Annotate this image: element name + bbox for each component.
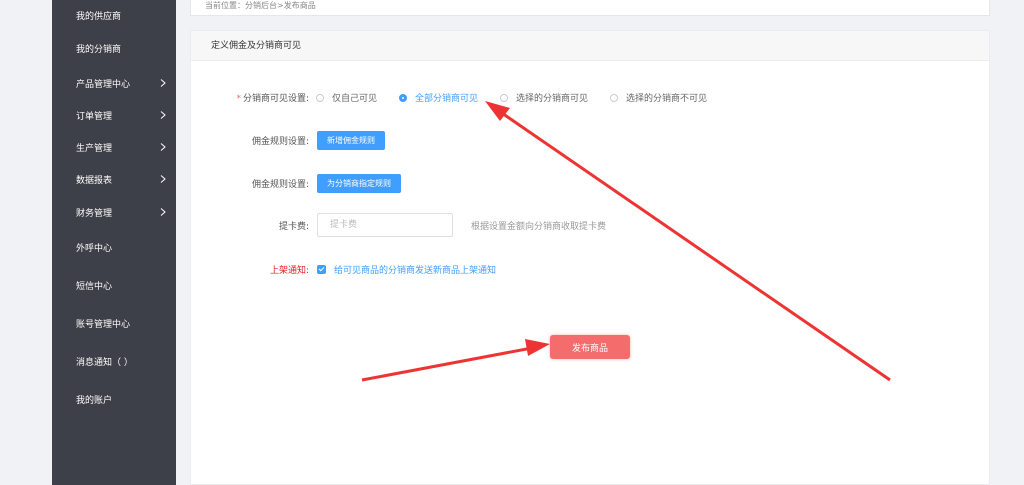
radio-checked-icon — [399, 93, 408, 102]
radio-selected-invisible[interactable]: 选择的分销商不可见 — [610, 91, 707, 104]
panel-title: 定义佣金及分销商可见 — [191, 31, 989, 61]
commission-rule-label: 佣金规则设置: — [251, 180, 309, 190]
radio-circle-icon — [500, 93, 509, 102]
sidebar-item-label: 财务管理 — [76, 208, 113, 219]
commission-rule-row-2: 佣金规则设置: 为分销商指定规则 — [230, 174, 401, 193]
sidebar-item-notifications[interactable]: 消息通知（ ） — [52, 346, 176, 376]
listing-notice-text: 给可见商品的分销商发送新商品上架通知 — [334, 266, 497, 276]
sidebar-item-label: 我的账户 — [76, 395, 113, 406]
chevron-right-icon — [158, 207, 168, 217]
visibility-radio-group: 仅自己可见 全部分销商可见 选择的分销商可见 选择的分销商不可见 — [316, 91, 729, 104]
commission-rule-row-1: 佣金规则设置: 新增佣金规则 — [230, 131, 385, 150]
radio-label: 仅自己可见 — [332, 94, 378, 104]
sidebar-item-label: 我的分销商 — [76, 44, 122, 55]
publish-button[interactable]: 发布商品 — [550, 335, 630, 359]
chevron-right-icon — [158, 110, 168, 120]
sidebar-item-production[interactable]: 生产管理 — [52, 132, 176, 162]
sidebar-item-label: 账号管理中心 — [76, 319, 131, 330]
sidebar-item-orders[interactable]: 订单管理 — [52, 100, 176, 130]
sidebar-item-label: 消息通知（ ） — [76, 357, 133, 368]
sidebar-item-my-suppliers[interactable]: 我的供应商 — [52, 0, 176, 30]
radio-label: 选择的分销商可见 — [516, 94, 589, 104]
chevron-right-icon — [158, 142, 168, 152]
withdraw-fee-row: 提卡费: 根据设置金额向分销商收取提卡费 — [230, 213, 606, 237]
breadcrumb-text: 当前位置：分销后台>发布商品 — [205, 1, 316, 10]
radio-all-distributors[interactable]: 全部分销商可见 — [399, 91, 478, 104]
radio-circle-icon — [610, 93, 619, 102]
commission-rule-label: 佣金规则设置: — [251, 137, 309, 147]
listing-notice-checkbox[interactable] — [317, 265, 326, 274]
sidebar-item-my-distributors[interactable]: 我的分销商 — [52, 33, 176, 63]
listing-notice-row: 上架通知: 给可见商品的分销商发送新商品上架通知 — [230, 263, 496, 276]
sidebar-item-reports[interactable]: 数据报表 — [52, 164, 176, 194]
listing-notice-label: 上架通知: — [269, 266, 309, 276]
sidebar-item-label: 外呼中心 — [76, 243, 113, 254]
visibility-row: * 分销商可见设置: 仅自己可见 全部分销商可见 选择的分销商可见 选择的分销商不… — [230, 91, 729, 104]
sidebar-item-label: 产品管理中心 — [76, 79, 131, 90]
assign-rule-button[interactable]: 为分销商指定规则 — [317, 174, 401, 193]
sidebar-item-product-center[interactable]: 产品管理中心 — [52, 68, 176, 98]
sidebar-item-finance[interactable]: 财务管理 — [52, 197, 176, 227]
breadcrumb: 当前位置：分销后台>发布商品 — [190, 0, 990, 16]
radio-label: 选择的分销商不可见 — [626, 94, 708, 104]
withdraw-fee-label: 提卡费: — [278, 221, 309, 232]
sidebar-item-label: 我的供应商 — [76, 11, 122, 22]
required-mark: * — [236, 94, 241, 104]
radio-selected-visible[interactable]: 选择的分销商可见 — [500, 91, 588, 104]
visibility-label-text: 分销商可见设置: — [242, 94, 309, 104]
withdraw-fee-hint: 根据设置金额向分销商收取提卡费 — [471, 221, 607, 232]
sidebar-item-label: 生产管理 — [76, 143, 113, 154]
sidebar-item-call-center[interactable]: 外呼中心 — [52, 232, 176, 262]
radio-self-only[interactable]: 仅自己可见 — [316, 91, 377, 104]
add-commission-rule-button[interactable]: 新增佣金规则 — [317, 131, 385, 150]
chevron-right-icon — [158, 78, 168, 88]
sidebar-item-account-center[interactable]: 账号管理中心 — [52, 308, 176, 338]
radio-circle-icon — [316, 93, 324, 102]
withdraw-fee-input[interactable] — [317, 213, 453, 237]
sidebar-item-my-account[interactable]: 我的账户 — [52, 384, 176, 414]
chevron-right-icon — [158, 174, 168, 184]
sidebar-item-label: 短信中心 — [76, 281, 113, 292]
sidebar-item-sms-center[interactable]: 短信中心 — [52, 270, 176, 300]
sidebar: 我的供应商 我的分销商 产品管理中心 订单管理 生产管理 数据报表 财务管理 外… — [52, 0, 176, 485]
sidebar-item-label: 订单管理 — [76, 111, 113, 122]
sidebar-item-label: 数据报表 — [76, 175, 113, 186]
visibility-label: * 分销商可见设置: — [230, 91, 309, 104]
radio-label: 全部分销商可见 — [415, 94, 479, 104]
left-gutter — [0, 0, 52, 485]
